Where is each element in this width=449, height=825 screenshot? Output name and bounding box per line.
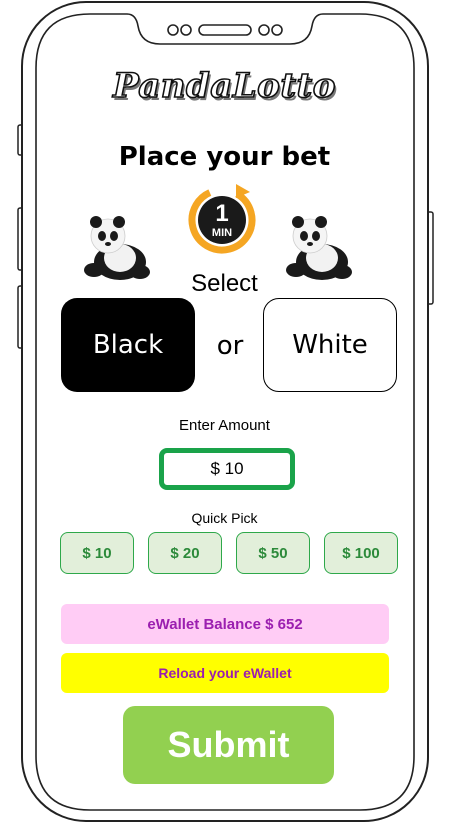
- amount-input[interactable]: [159, 448, 295, 490]
- reload-ewallet-button[interactable]: Reload your eWallet: [61, 653, 389, 693]
- white-button[interactable]: White: [263, 298, 397, 392]
- select-label: Select: [191, 270, 258, 297]
- timer-icon: 1 MIN: [188, 184, 256, 254]
- black-button[interactable]: Black: [61, 298, 195, 392]
- timer-unit: MIN: [212, 227, 232, 239]
- quick-pick-50-button[interactable]: $ 50: [236, 532, 310, 574]
- phone-frame: [17, 1, 434, 822]
- quick-pick-10-button[interactable]: $ 10: [60, 532, 134, 574]
- quick-pick-20-button[interactable]: $ 20: [148, 532, 222, 574]
- or-label: or: [216, 331, 244, 361]
- page-title: Place your bet: [118, 142, 331, 172]
- amount-label: Enter Amount: [179, 417, 270, 434]
- timer-value: 1: [215, 200, 228, 227]
- quick-pick-100-button[interactable]: $ 100: [324, 532, 398, 574]
- app-logo: PandaLotto: [112, 65, 336, 107]
- submit-button[interactable]: Submit: [123, 706, 334, 784]
- ewallet-balance: eWallet Balance $ 652: [61, 604, 389, 644]
- quick-pick-label: Quick Pick: [191, 510, 258, 526]
